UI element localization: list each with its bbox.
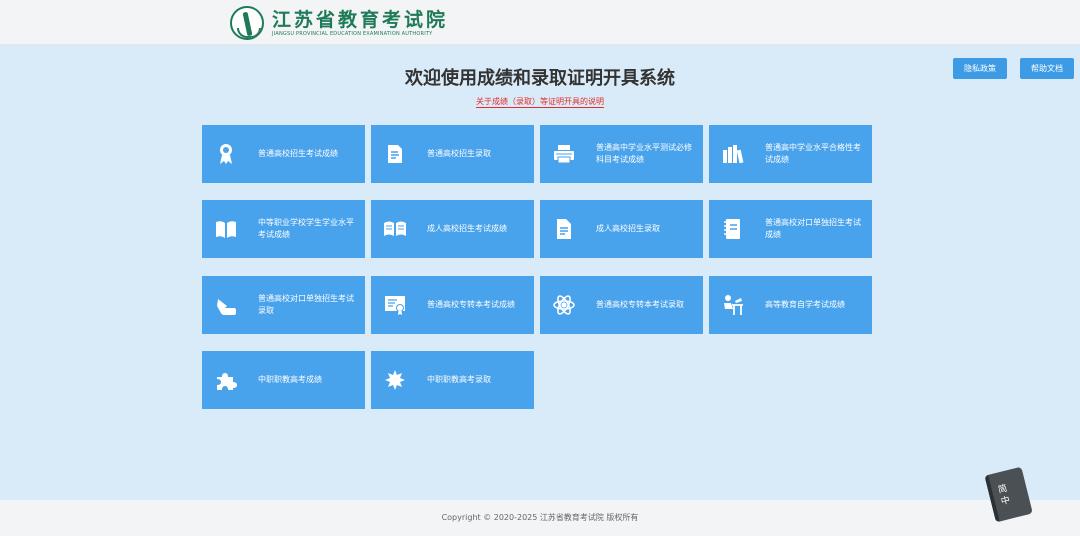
leaf-icon [381, 366, 409, 394]
document-icon [381, 140, 409, 168]
tile-zixue-score[interactable]: 高等教育自学考试成绩 [709, 276, 872, 334]
student-desk-icon [719, 291, 747, 319]
footer-copyright: Copyright © 2020-2025 江苏省教育考试院 版权所有 [0, 500, 1080, 536]
tile-zhuanzhuanben-score[interactable]: 普通高校专转本考试成绩 [371, 276, 534, 334]
tile-label: 中职职教高考成绩 [258, 375, 322, 384]
logo-text: 江苏省教育考试院 JIANGSU PROVINCIAL EDUCATION EX… [272, 9, 448, 38]
atom-icon [550, 291, 578, 319]
award-icon [212, 140, 240, 168]
tile-xueshui-hegexing[interactable]: 普通高中学业水平合格性考试成绩 [709, 125, 872, 183]
site-logo[interactable]: 江苏省教育考试院 JIANGSU PROVINCIAL EDUCATION EX… [230, 6, 448, 40]
tile-label: 普通高中学业水平合格性考试成绩 [765, 143, 861, 164]
tile-gaokao-score[interactable]: 普通高校招生考试成绩 [202, 125, 365, 183]
logo-title-cn: 江苏省教育考试院 [272, 8, 449, 31]
tile-label: 普通高校对口单独招生考试录取 [258, 294, 354, 315]
tile-chengren-admission[interactable]: 成人高校招生录取 [540, 200, 703, 258]
tile-xueshui-compulsory[interactable]: 普通高中学业水平测试必修科目考试成绩 [540, 125, 703, 183]
tile-zhizhi-gaokao-admission[interactable]: 中职职教高考录取 [371, 351, 534, 409]
tile-label: 成人高校招生考试成绩 [427, 224, 507, 233]
certificate-notice-link[interactable]: 关于成绩（录取）等证明开具的说明 [476, 97, 604, 108]
tile-label: 成人高校招生录取 [596, 224, 660, 233]
logo-emblem-icon [230, 6, 264, 40]
reading-book-icon [381, 215, 409, 243]
top-header-bar: 江苏省教育考试院 JIANGSU PROVINCIAL EDUCATION EX… [0, 0, 1080, 45]
file-icon [550, 215, 578, 243]
open-book-icon [212, 215, 240, 243]
puzzle-icon [212, 366, 240, 394]
tile-label: 普通高校对口单独招生考试成绩 [765, 218, 861, 239]
tile-label: 中等职业学校学生学业水平考试成绩 [258, 218, 354, 239]
printer-icon [550, 140, 578, 168]
logo-title-en: JIANGSU PROVINCIAL EDUCATION EXAMINATION… [272, 30, 433, 37]
tile-duikou-score[interactable]: 普通高校对口单独招生考试成绩 [709, 200, 872, 258]
tile-zhizhi-gaokao-score[interactable]: 中职职教高考成绩 [202, 351, 365, 409]
pointing-hand-icon [212, 291, 240, 319]
certificate-icon [381, 291, 409, 319]
tile-chengren-score[interactable]: 成人高校招生考试成绩 [371, 200, 534, 258]
tile-label: 普通高中学业水平测试必修科目考试成绩 [596, 143, 692, 164]
tile-label: 高等教育自学考试成绩 [765, 300, 845, 309]
tile-zhongzhi-xueye[interactable]: 中等职业学校学生学业水平考试成绩 [202, 200, 365, 258]
tile-duikou-admission[interactable]: 普通高校对口单独招生考试录取 [202, 276, 365, 334]
tile-label: 中职职教高考录取 [427, 375, 491, 384]
tile-gaokao-admission[interactable]: 普通高校招生录取 [371, 125, 534, 183]
books-icon [719, 140, 747, 168]
tile-label: 普通高校专转本考试录取 [596, 300, 684, 309]
page-title: 欢迎使用成绩和录取证明开具系统 [405, 68, 675, 89]
tile-label: 普通高校招生录取 [427, 149, 491, 158]
notebook-icon [719, 215, 747, 243]
tile-label: 普通高校专转本考试成绩 [427, 300, 515, 309]
tile-label: 普通高校招生考试成绩 [258, 149, 338, 158]
tile-zhuanzhuanben-admission[interactable]: 普通高校专转本考试录取 [540, 276, 703, 334]
